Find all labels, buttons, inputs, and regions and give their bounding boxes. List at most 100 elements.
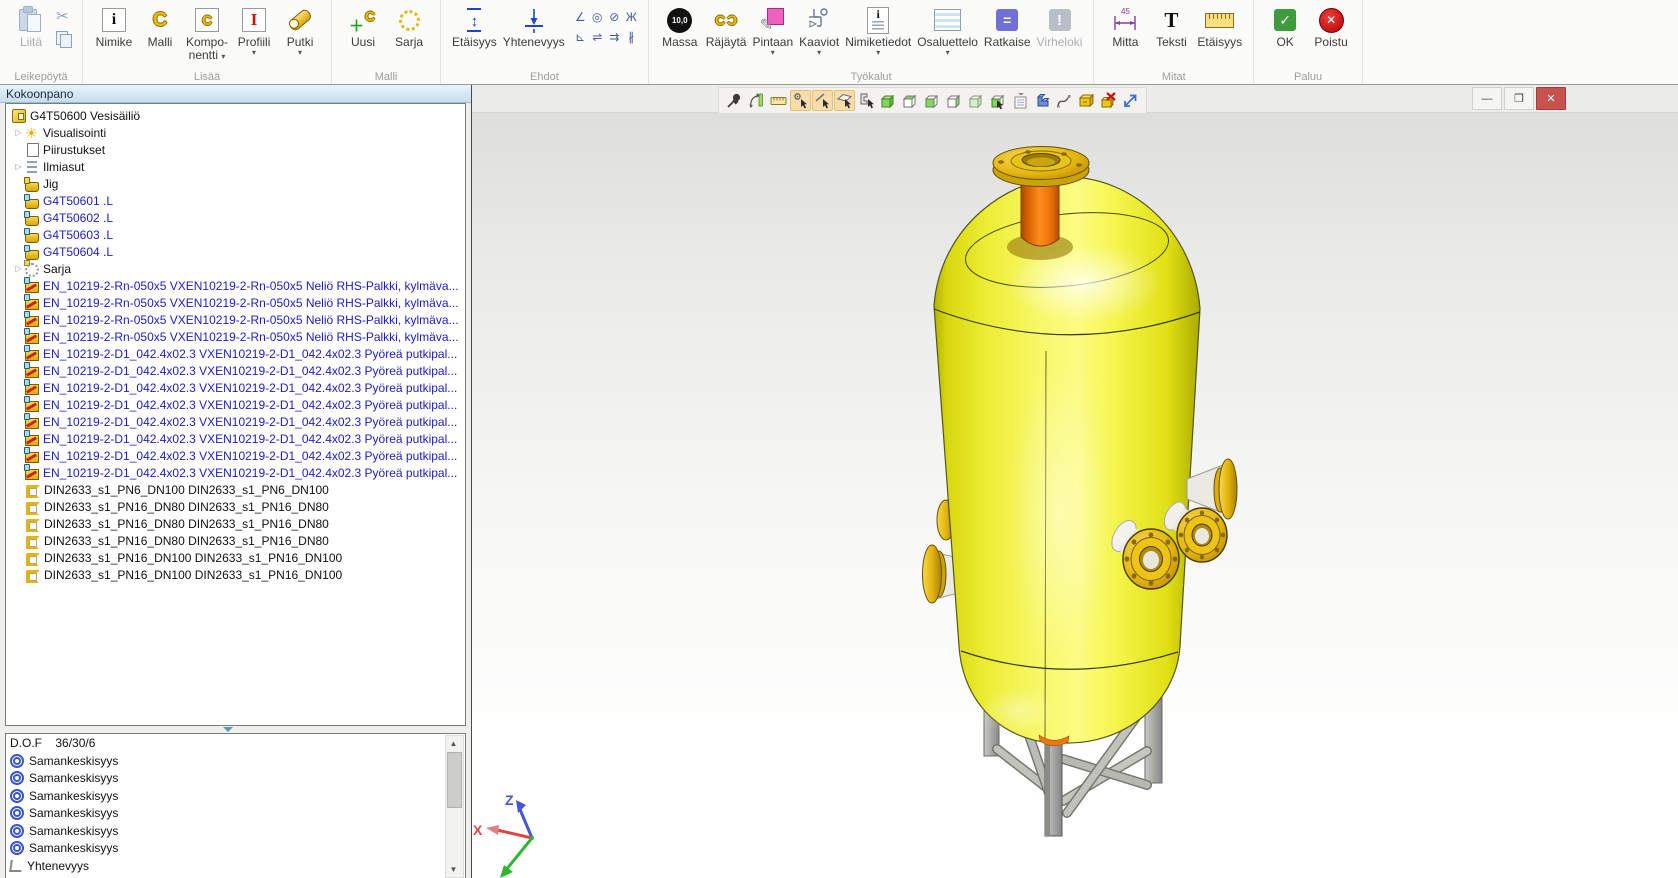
tree-item[interactable]: EN_10219-2-D1_042.4x02.3 VXEN10219-2-D1_… [6,362,465,379]
feature-list-icon[interactable] [1010,90,1031,111]
osaluettelo-button[interactable]: Osaluettelo ▾ [914,3,981,58]
condition-icon[interactable]: Ж [623,7,640,27]
condition-icon[interactable]: ◎ [589,7,606,27]
select-component-icon[interactable] [856,90,877,111]
select-face-icon[interactable] [834,90,855,111]
3d-viewport[interactable]: — ❐ ✕ [471,85,1678,878]
tree-item[interactable]: EN_10219-2-D1_042.4x02.3 VXEN10219-2-D1_… [6,413,465,430]
select-edge-icon[interactable] [812,90,833,111]
constraint-item[interactable]: Samankeskisyys [6,822,465,840]
constraint-item[interactable]: Samankeskisyys [6,770,465,788]
tree-item[interactable]: EN_10219-2-D1_042.4x02.3 VXEN10219-2-D1_… [6,430,465,447]
etaisyys-condition-button[interactable]: ↕ Etäisyys [449,3,500,50]
cube-top-face-icon[interactable] [900,90,921,111]
ratkaise-button[interactable]: = Ratkaise [981,3,1034,50]
scroll-up-icon[interactable]: ▲ [446,736,461,751]
rotate-view-icon[interactable] [746,90,767,111]
view-shaded-cube-icon[interactable] [878,90,899,111]
tree-item[interactable]: DIN2633_s1_PN6_DN100 DIN2633_s1_PN6_DN10… [6,481,465,498]
tree-item[interactable]: Jig [6,175,465,192]
constraint-item[interactable]: Samankeskisyys [6,840,465,858]
kaaviot-button[interactable]: Kaaviot ▾ [796,3,842,58]
tree-item[interactable]: G4T50600 Vesisäiliö [6,107,465,124]
poistu-button[interactable]: ✕ Poistu [1308,3,1354,50]
tree-item[interactable]: DIN2633_s1_PN16_DN80 DIN2633_s1_PN16_DN8… [6,498,465,515]
cube-front-face-icon[interactable] [922,90,943,111]
select-point-icon[interactable] [790,90,811,111]
tree-item[interactable]: EN_10219-2-D1_042.4x02.3 VXEN10219-2-D1_… [6,345,465,362]
tree-item[interactable]: EN_10219-2-D1_042.4x02.3 VXEN10219-2-D1_… [6,379,465,396]
cube-side-face-icon[interactable] [944,90,965,111]
condition-icon[interactable]: ∠ [572,7,589,27]
tree-item[interactable]: EN_10219-2-Rn-050x5 VXEN10219-2-Rn-050x5… [6,294,465,311]
tree-item[interactable]: EN_10219-2-Rn-050x5 VXEN10219-2-Rn-050x5… [6,328,465,345]
tree-item[interactable]: Piirustukset [6,141,465,158]
yhtenevyys-condition-button[interactable]: Yhtenevyys [500,3,568,50]
mitta-button[interactable]: 45 Mitta [1102,3,1148,50]
3d-scene[interactable]: Z X [472,113,1678,878]
condition-icon[interactable]: ⊾ [572,27,589,47]
profiili-button[interactable]: I Profiili ▾ [231,3,277,58]
tree-item[interactable]: DIN2633_s1_PN16_DN80 DIN2633_s1_PN16_DN8… [6,532,465,549]
splitter-collapse-icon[interactable] [223,727,233,732]
pintaan-button[interactable]: ✎ Pintaan ▾ [749,3,796,58]
constraint-item[interactable]: Samankeskisyys [6,805,465,823]
nimike-button[interactable]: i Nimike [91,3,137,50]
constraint-item[interactable]: Samankeskisyys [6,787,465,805]
cut-icon[interactable]: ✂ [56,7,72,25]
nimiketiedot-button[interactable]: i Nimiketiedot ▾ [842,3,914,58]
close-button[interactable]: ✕ [1536,87,1566,110]
tree-item[interactable]: EN_10219-2-D1_042.4x02.3 VXEN10219-2-D1_… [6,464,465,481]
tree-item[interactable]: EN_10219-2-D1_042.4x02.3 VXEN10219-2-D1_… [6,447,465,464]
copy-icon[interactable] [56,31,72,46]
archive-delete-icon[interactable] [1098,90,1119,111]
spline-icon[interactable] [1054,90,1075,111]
condition-icon[interactable]: ∦ [623,27,640,47]
etaisyys-measure-button[interactable]: Etäisyys [1194,3,1245,50]
constraint-item[interactable]: Yhtenevyys [6,857,465,875]
tree-item[interactable]: ▷ Ilmiasut [6,158,465,175]
expander-icon[interactable]: ▷ [12,162,25,171]
condition-icon[interactable]: ⇌ [589,27,606,47]
component-blue-icon[interactable] [1032,90,1053,111]
expand-view-icon[interactable] [1120,90,1141,111]
tree-item[interactable]: DIN2633_s1_PN16_DN80 DIN2633_s1_PN16_DN8… [6,515,465,532]
tree-item[interactable]: G4T50602 .L [6,209,465,226]
archive-drawer-icon[interactable] [1076,90,1097,111]
tree-item[interactable]: G4T50603 .L [6,226,465,243]
dof-scrollbar[interactable]: ▲ ▼ [445,735,464,878]
putki-button[interactable]: Putki ▾ [277,3,323,58]
panel-splitter[interactable] [5,726,466,733]
tree-item[interactable]: DIN2633_s1_PN16_DN100 DIN2633_s1_PN16_DN… [6,549,465,566]
virheloki-button[interactable]: ! Virheloki [1034,3,1086,50]
minimize-button[interactable]: — [1472,87,1502,110]
tank-vessel[interactable] [934,177,1200,746]
restore-button[interactable]: ❐ [1504,87,1534,110]
massa-button[interactable]: 10,0 Massa [657,3,703,50]
cube-select-icon[interactable] [988,90,1009,111]
expander-icon[interactable]: ▷ [12,128,25,137]
measure-ruler-icon[interactable] [768,90,789,111]
tree-item[interactable]: EN_10219-2-Rn-050x5 VXEN10219-2-Rn-050x5… [6,277,465,294]
uusi-button[interactable]: C＋ Uusi [340,3,386,50]
komponentti-button[interactable]: C Kompo-nentti ▾ [183,3,231,63]
tree-item[interactable]: EN_10219-2-D1_042.4x02.3 VXEN10219-2-D1_… [6,396,465,413]
paste-button[interactable]: Liitä [8,3,54,50]
constraint-item[interactable]: Samankeskisyys [6,752,465,770]
scroll-down-icon[interactable]: ▼ [446,862,461,877]
rajayta-button[interactable]: CC Räjäytä [703,3,750,50]
scrollbar-thumb[interactable] [447,752,462,808]
condition-icon[interactable]: ⊘ [606,7,623,27]
pin-icon[interactable] [724,90,745,111]
condition-icon[interactable]: ⇉ [606,27,623,47]
cube-iso-icon[interactable] [966,90,987,111]
tree-item[interactable]: ▷ Sarja [6,260,465,277]
sarja-button[interactable]: Sarja [386,3,432,50]
tree-item[interactable]: ▷ Visualisointi [6,124,465,141]
malli-button[interactable]: C Malli [137,3,183,50]
ok-button[interactable]: ✓ OK [1262,3,1308,50]
tree-item[interactable]: G4T50601 .L [6,192,465,209]
teksti-button[interactable]: T Teksti [1148,3,1194,50]
tree-item[interactable]: G4T50604 .L [6,243,465,260]
tree-item[interactable]: DIN2633_s1_PN16_DN100 DIN2633_s1_PN16_DN… [6,566,465,583]
